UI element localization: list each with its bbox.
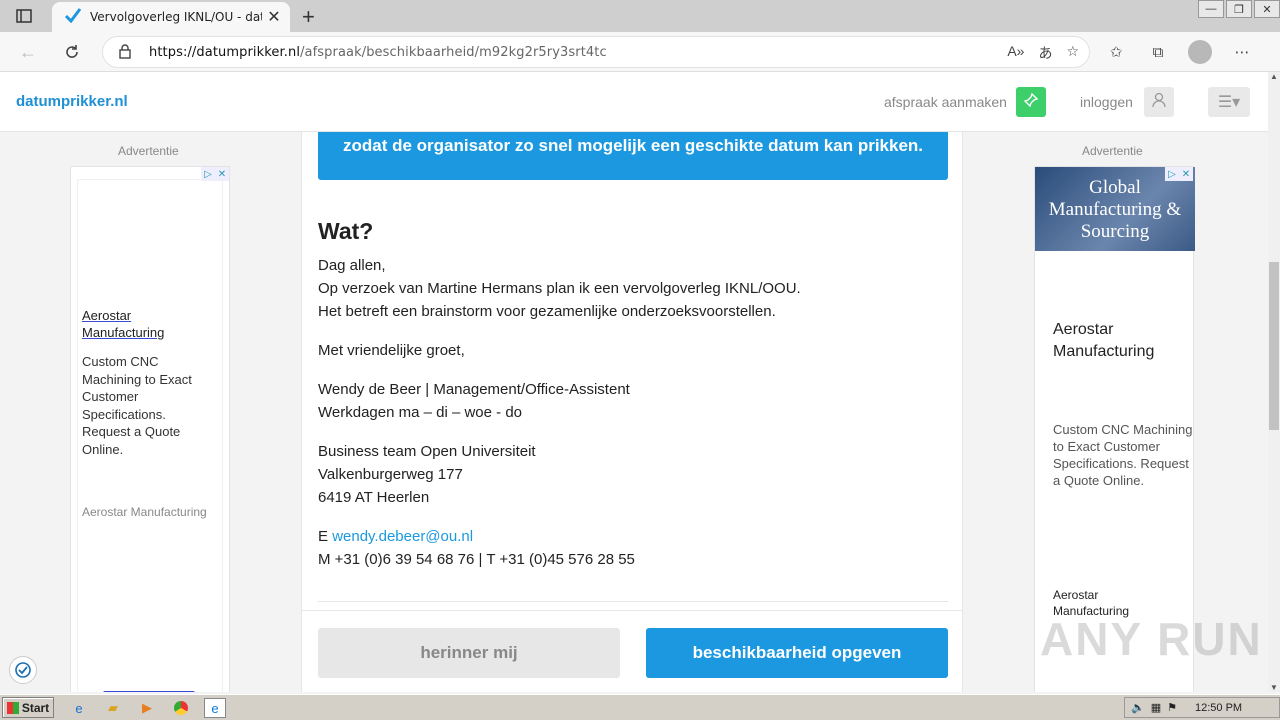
- remind-me-button[interactable]: herinner mij: [318, 628, 620, 678]
- lock-icon[interactable]: [119, 44, 131, 64]
- clock[interactable]: 12:50 PM: [1195, 702, 1242, 714]
- ie-icon[interactable]: e: [68, 698, 90, 718]
- start-button[interactable]: Start: [2, 697, 54, 718]
- browser-right-tools: ✩ ⧉ ⋯: [1104, 40, 1254, 64]
- email-link[interactable]: wendy.debeer@ou.nl: [332, 528, 473, 545]
- text-line: Dag allen,: [318, 257, 386, 274]
- site-header: datumprikker.nl afspraak aanmaken inlogg…: [0, 72, 1268, 132]
- ad-choices-right[interactable]: ▷ ✕: [1165, 167, 1193, 181]
- folder-icon[interactable]: ▰: [102, 698, 124, 718]
- ad-label-left: Advertentie: [118, 144, 179, 158]
- action-bar: herinner mij beschikbaarheid opgeven: [302, 610, 962, 692]
- menu-button[interactable]: ☰▾: [1208, 87, 1250, 117]
- page-scrollbar[interactable]: ▲ ▼: [1268, 72, 1280, 692]
- favorites-icon[interactable]: ✩: [1104, 40, 1128, 64]
- address-bar[interactable]: https://datumprikker.nl/afspraak/beschik…: [102, 36, 1090, 68]
- new-tab-button[interactable]: +: [302, 4, 315, 30]
- main-card: zodat de organisator zo snel mogelijk ee…: [301, 132, 963, 692]
- ad-left[interactable]: ▷ ✕ Aerostar Manufacturing Custom CNC Mac…: [70, 166, 230, 692]
- quick-launch: e ▰ ▶ e: [68, 698, 226, 718]
- chrome-icon[interactable]: [170, 698, 192, 718]
- ad-info-icon[interactable]: ▷: [1165, 167, 1179, 181]
- divider: [318, 601, 948, 602]
- restore-icon[interactable]: ❐: [1226, 0, 1252, 18]
- flag-icon[interactable]: ⚑: [1167, 701, 1177, 714]
- close-window-icon[interactable]: ✕: [1254, 0, 1280, 18]
- text-line: Het betreft een brainstorm voor gezamenl…: [318, 303, 776, 320]
- tab-actions-icon[interactable]: [8, 6, 40, 26]
- windows-logo-icon: [6, 701, 19, 714]
- watermark-logo: ANY RUN: [1040, 613, 1263, 665]
- tab-close-icon[interactable]: ✕: [266, 7, 282, 27]
- os-taskbar: Start e ▰ ▶ e 🔈 ▦ ⚑ 12:50 PM: [0, 694, 1280, 720]
- translate-icon[interactable]: あ: [1038, 43, 1052, 63]
- cookie-consent-icon[interactable]: [9, 656, 37, 684]
- browser-tab-active[interactable]: Vervolgoverleg IKNL/OU - datumprikker.nl…: [52, 2, 290, 32]
- url-text: https://datumprikker.nl/afspraak/beschik…: [149, 45, 607, 60]
- window-controls: — ❐ ✕: [1196, 0, 1280, 18]
- url-icons: A» あ ☆: [1007, 43, 1079, 63]
- start-label: Start: [21, 700, 50, 715]
- url-path: /afspraak/beschikbaarheid/m92kg2r5ry3srt…: [300, 45, 607, 60]
- text-line: Op verzoek van Martine Hermans plan ik e…: [318, 280, 801, 297]
- text-line: Werkdagen ma – di – woe - do: [318, 404, 523, 421]
- email-prefix: E: [318, 528, 333, 545]
- text-line: 6419 AT Heerlen: [318, 489, 430, 506]
- ad-left-button-edge[interactable]: [103, 691, 195, 692]
- scroll-down-icon[interactable]: ▼: [1269, 683, 1279, 692]
- submit-availability-button[interactable]: beschikbaarheid opgeven: [646, 628, 948, 678]
- phone-line: M +31 (0)6 39 54 68 76 | T +31 (0)45 576…: [318, 551, 635, 568]
- url-domain: https://datumprikker.nl: [149, 45, 301, 60]
- content-area: Advertentie ▷ ✕ Aerostar Manufacturing Cu…: [0, 132, 1268, 692]
- description-text: Dag allen, Op verzoek van Martine Hermans…: [318, 254, 938, 587]
- add-favorite-icon[interactable]: ☆: [1066, 43, 1079, 63]
- tab-title: Vervolgoverleg IKNL/OU - datumprikker.nl: [90, 10, 262, 24]
- user-icon: [1152, 92, 1166, 113]
- edge-taskbar-icon[interactable]: e: [204, 698, 226, 718]
- scroll-thumb[interactable]: [1269, 262, 1279, 430]
- site-favicon-icon: [64, 7, 82, 28]
- text-line: Met vriendelijke groet,: [318, 342, 465, 359]
- site-logo[interactable]: datumprikker.nl: [16, 93, 128, 110]
- ad-label-right: Advertentie: [1082, 144, 1143, 158]
- create-appointment-link[interactable]: afspraak aanmaken: [884, 94, 1007, 110]
- browser-toolbar: ← https://datumprikker.nl/afspraak/besch…: [0, 32, 1280, 72]
- pin-icon: [1023, 92, 1039, 113]
- text-line: Wendy de Beer | Management/Office-Assist…: [318, 381, 630, 398]
- ad-left-title[interactable]: Aerostar Manufacturing: [82, 307, 192, 341]
- read-aloud-icon[interactable]: A»: [1007, 43, 1024, 63]
- info-banner: zodat de organisator zo snel mogelijk ee…: [318, 132, 948, 180]
- ad-close-icon[interactable]: ✕: [1179, 167, 1193, 181]
- section-title: Wat?: [318, 218, 374, 244]
- text-line: Business team Open Universiteit: [318, 443, 536, 460]
- minimize-icon[interactable]: —: [1198, 0, 1224, 18]
- browser-tab-strip: Vervolgoverleg IKNL/OU - datumprikker.nl…: [0, 0, 1280, 32]
- scroll-up-icon[interactable]: ▲: [1269, 72, 1279, 81]
- login-button[interactable]: [1144, 87, 1174, 117]
- system-tray: 🔈 ▦ ⚑ 12:50 PM: [1124, 697, 1280, 718]
- collections-icon[interactable]: ⧉: [1146, 40, 1170, 64]
- ad-left-body: Custom CNC Machining to Exact Customer S…: [82, 354, 192, 457]
- media-player-icon[interactable]: ▶: [136, 698, 158, 718]
- ad-left-footer[interactable]: Aerostar Manufacturing: [82, 505, 207, 519]
- profile-avatar[interactable]: [1188, 40, 1212, 64]
- ad-right-body: Custom CNC Machining to Exact Customer S…: [1053, 422, 1193, 488]
- network-icon[interactable]: ▦: [1151, 701, 1161, 714]
- hamburger-menu-icon: ☰▾: [1217, 94, 1241, 111]
- create-appointment-button[interactable]: [1016, 87, 1046, 117]
- login-link[interactable]: inloggen: [1080, 94, 1133, 110]
- ad-right-title[interactable]: Aerostar Manufacturing: [1053, 319, 1183, 363]
- volume-icon[interactable]: 🔈: [1131, 701, 1145, 714]
- back-arrow-icon[interactable]: ←: [16, 40, 40, 64]
- settings-more-icon[interactable]: ⋯: [1230, 40, 1254, 64]
- reload-icon[interactable]: [60, 40, 84, 64]
- text-line: Valkenburgerweg 177: [318, 466, 463, 483]
